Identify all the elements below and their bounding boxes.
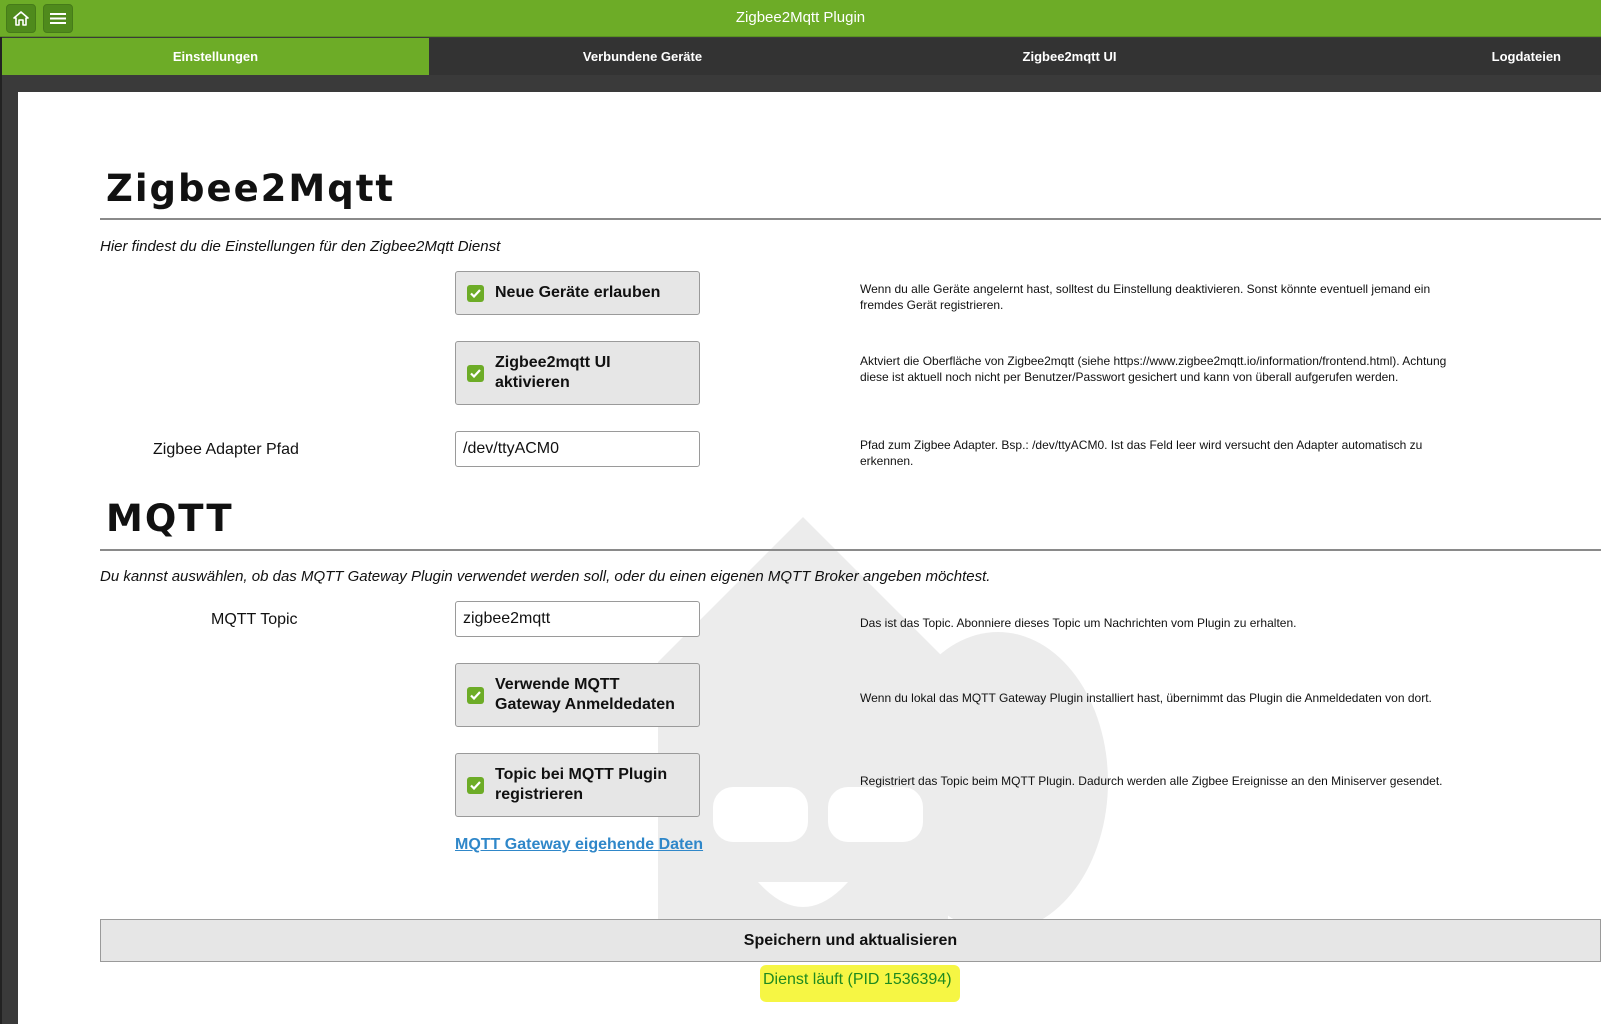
register-topic-label: Topic bei MQTT Plugin registrieren	[495, 766, 668, 803]
register-topic-toggle[interactable]: Topic bei MQTT Plugin registrieren	[455, 753, 700, 817]
mqtt-incoming-data-link[interactable]: MQTT Gateway eigehende Daten	[455, 836, 703, 854]
adapter-path-input[interactable]	[455, 431, 700, 467]
tab-bar: Einstellungen Verbundene Geräte Zigbee2m…	[2, 38, 1601, 75]
use-gateway-credentials-help: Wenn du lokal das MQTT Gateway Plugin in…	[860, 691, 1432, 705]
app-header: Zigbee2Mqtt Plugin	[0, 0, 1601, 37]
tab-zigbee2mqtt-ui[interactable]: Zigbee2mqtt UI	[856, 38, 1283, 75]
zigbee-description: Hier findest du die Einstellungen für de…	[100, 238, 501, 255]
mqtt-topic-help: Das ist das Topic. Abonniere dieses Topi…	[860, 616, 1297, 630]
zigbee-divider	[100, 218, 1601, 220]
tab-verbundene-geraete[interactable]: Verbundene Geräte	[429, 38, 856, 75]
left-border	[0, 0, 2, 1024]
checkbox-checked-icon	[467, 284, 484, 302]
enable-ui-help: Aktviert die Oberfläche von Zigbee2mqtt …	[860, 354, 1447, 384]
adapter-path-help: Pfad zum Zigbee Adapter. Bsp.: /dev/ttyA…	[860, 438, 1423, 468]
allow-new-devices-help: Wenn du alle Geräte angelernt hast, soll…	[860, 282, 1431, 312]
mqtt-divider	[100, 549, 1601, 551]
mqtt-heading: MQTT	[106, 497, 234, 540]
tab-logdateien[interactable]: Logdateien	[1283, 38, 1601, 75]
use-gateway-credentials-label: Verwende MQTT Gateway Anmeldedaten	[495, 676, 675, 713]
service-status: Dienst läuft (PID 1536394)	[763, 971, 952, 988]
use-gateway-credentials-toggle[interactable]: Verwende MQTT Gateway Anmeldedaten	[455, 663, 700, 727]
app-title: Zigbee2Mqtt Plugin	[735, 9, 866, 26]
enable-ui-toggle[interactable]: Zigbee2mqtt UI aktivieren	[455, 341, 700, 405]
tab-einstellungen[interactable]: Einstellungen	[2, 38, 429, 75]
save-button[interactable]: Speichern und aktualisieren	[100, 919, 1601, 962]
adapter-path-label: Zigbee Adapter Pfad	[153, 441, 299, 458]
checkbox-checked-icon	[467, 686, 484, 704]
checkbox-checked-icon	[467, 364, 484, 382]
settings-panel: Zigbee2Mqtt Hier findest du die Einstell…	[18, 92, 1601, 1024]
checkbox-checked-icon	[467, 776, 484, 794]
register-topic-help: Registriert das Topic beim MQTT Plugin. …	[860, 774, 1443, 788]
mqtt-description: Du kannst auswählen, ob das MQTT Gateway…	[100, 568, 991, 585]
zigbee-heading: Zigbee2Mqtt	[106, 167, 396, 210]
allow-new-devices-toggle[interactable]: Neue Geräte erlauben	[455, 271, 700, 315]
mqtt-topic-label: MQTT Topic	[211, 611, 298, 628]
enable-ui-label: Zigbee2mqtt UI aktivieren	[495, 354, 611, 391]
mqtt-topic-input[interactable]	[455, 601, 700, 637]
allow-new-devices-label: Neue Geräte erlauben	[495, 284, 661, 301]
